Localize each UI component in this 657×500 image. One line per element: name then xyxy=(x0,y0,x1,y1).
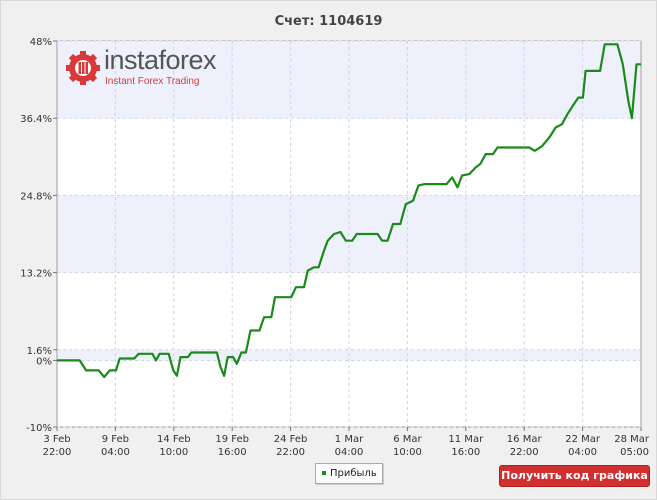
x-tick-date: 11 Mar xyxy=(448,434,484,445)
logo-wordmark: instaforex xyxy=(104,45,217,75)
x-tick-date: 16 Mar xyxy=(507,434,543,445)
x-tick-date: 19 Feb xyxy=(215,434,249,445)
x-tick-time: 22:00 xyxy=(276,447,305,458)
y-tick-label: -10% xyxy=(26,423,52,434)
x-tick-time: 05:00 xyxy=(620,447,649,458)
x-tick-time: 16:00 xyxy=(451,447,480,458)
x-tick-date: 22 Mar xyxy=(565,434,601,445)
x-tick-date: 24 Feb xyxy=(274,434,308,445)
y-tick-label: 13.2% xyxy=(20,269,52,280)
x-tick-time: 04:00 xyxy=(568,447,597,458)
legend: Прибыль xyxy=(315,463,383,484)
x-tick-time: 10:00 xyxy=(393,447,422,458)
x-tick-time: 04:00 xyxy=(101,447,130,458)
x-tick-time: 22:00 xyxy=(43,447,72,458)
x-tick-date: 3 Feb xyxy=(43,434,70,445)
x-tick-time: 10:00 xyxy=(159,447,188,458)
x-tick-time: 22:00 xyxy=(510,447,539,458)
x-tick-time: 04:00 xyxy=(335,447,364,458)
gear-logo-icon xyxy=(66,51,100,85)
legend-label: Прибыль xyxy=(330,468,377,479)
x-tick-date: 1 Mar xyxy=(335,434,364,445)
y-tick-label: 48% xyxy=(30,37,52,48)
x-tick-date: 28 Mar xyxy=(614,434,650,445)
x-tick-date: 14 Feb xyxy=(157,434,191,445)
x-tick-date: 9 Feb xyxy=(102,434,129,445)
x-tick-time: 16:00 xyxy=(218,447,247,458)
y-tick-label: 1.6% xyxy=(27,346,52,357)
x-tick-date: 6 Mar xyxy=(393,434,422,445)
logo-tagline: Instant Forex Trading xyxy=(105,76,200,87)
y-tick-label: 0% xyxy=(36,356,52,367)
y-tick-label: 36.4% xyxy=(20,114,52,125)
get-chart-code-button[interactable]: Получить код графика xyxy=(499,465,650,487)
y-tick-label: 24.8% xyxy=(20,191,52,202)
legend-swatch xyxy=(322,471,326,475)
